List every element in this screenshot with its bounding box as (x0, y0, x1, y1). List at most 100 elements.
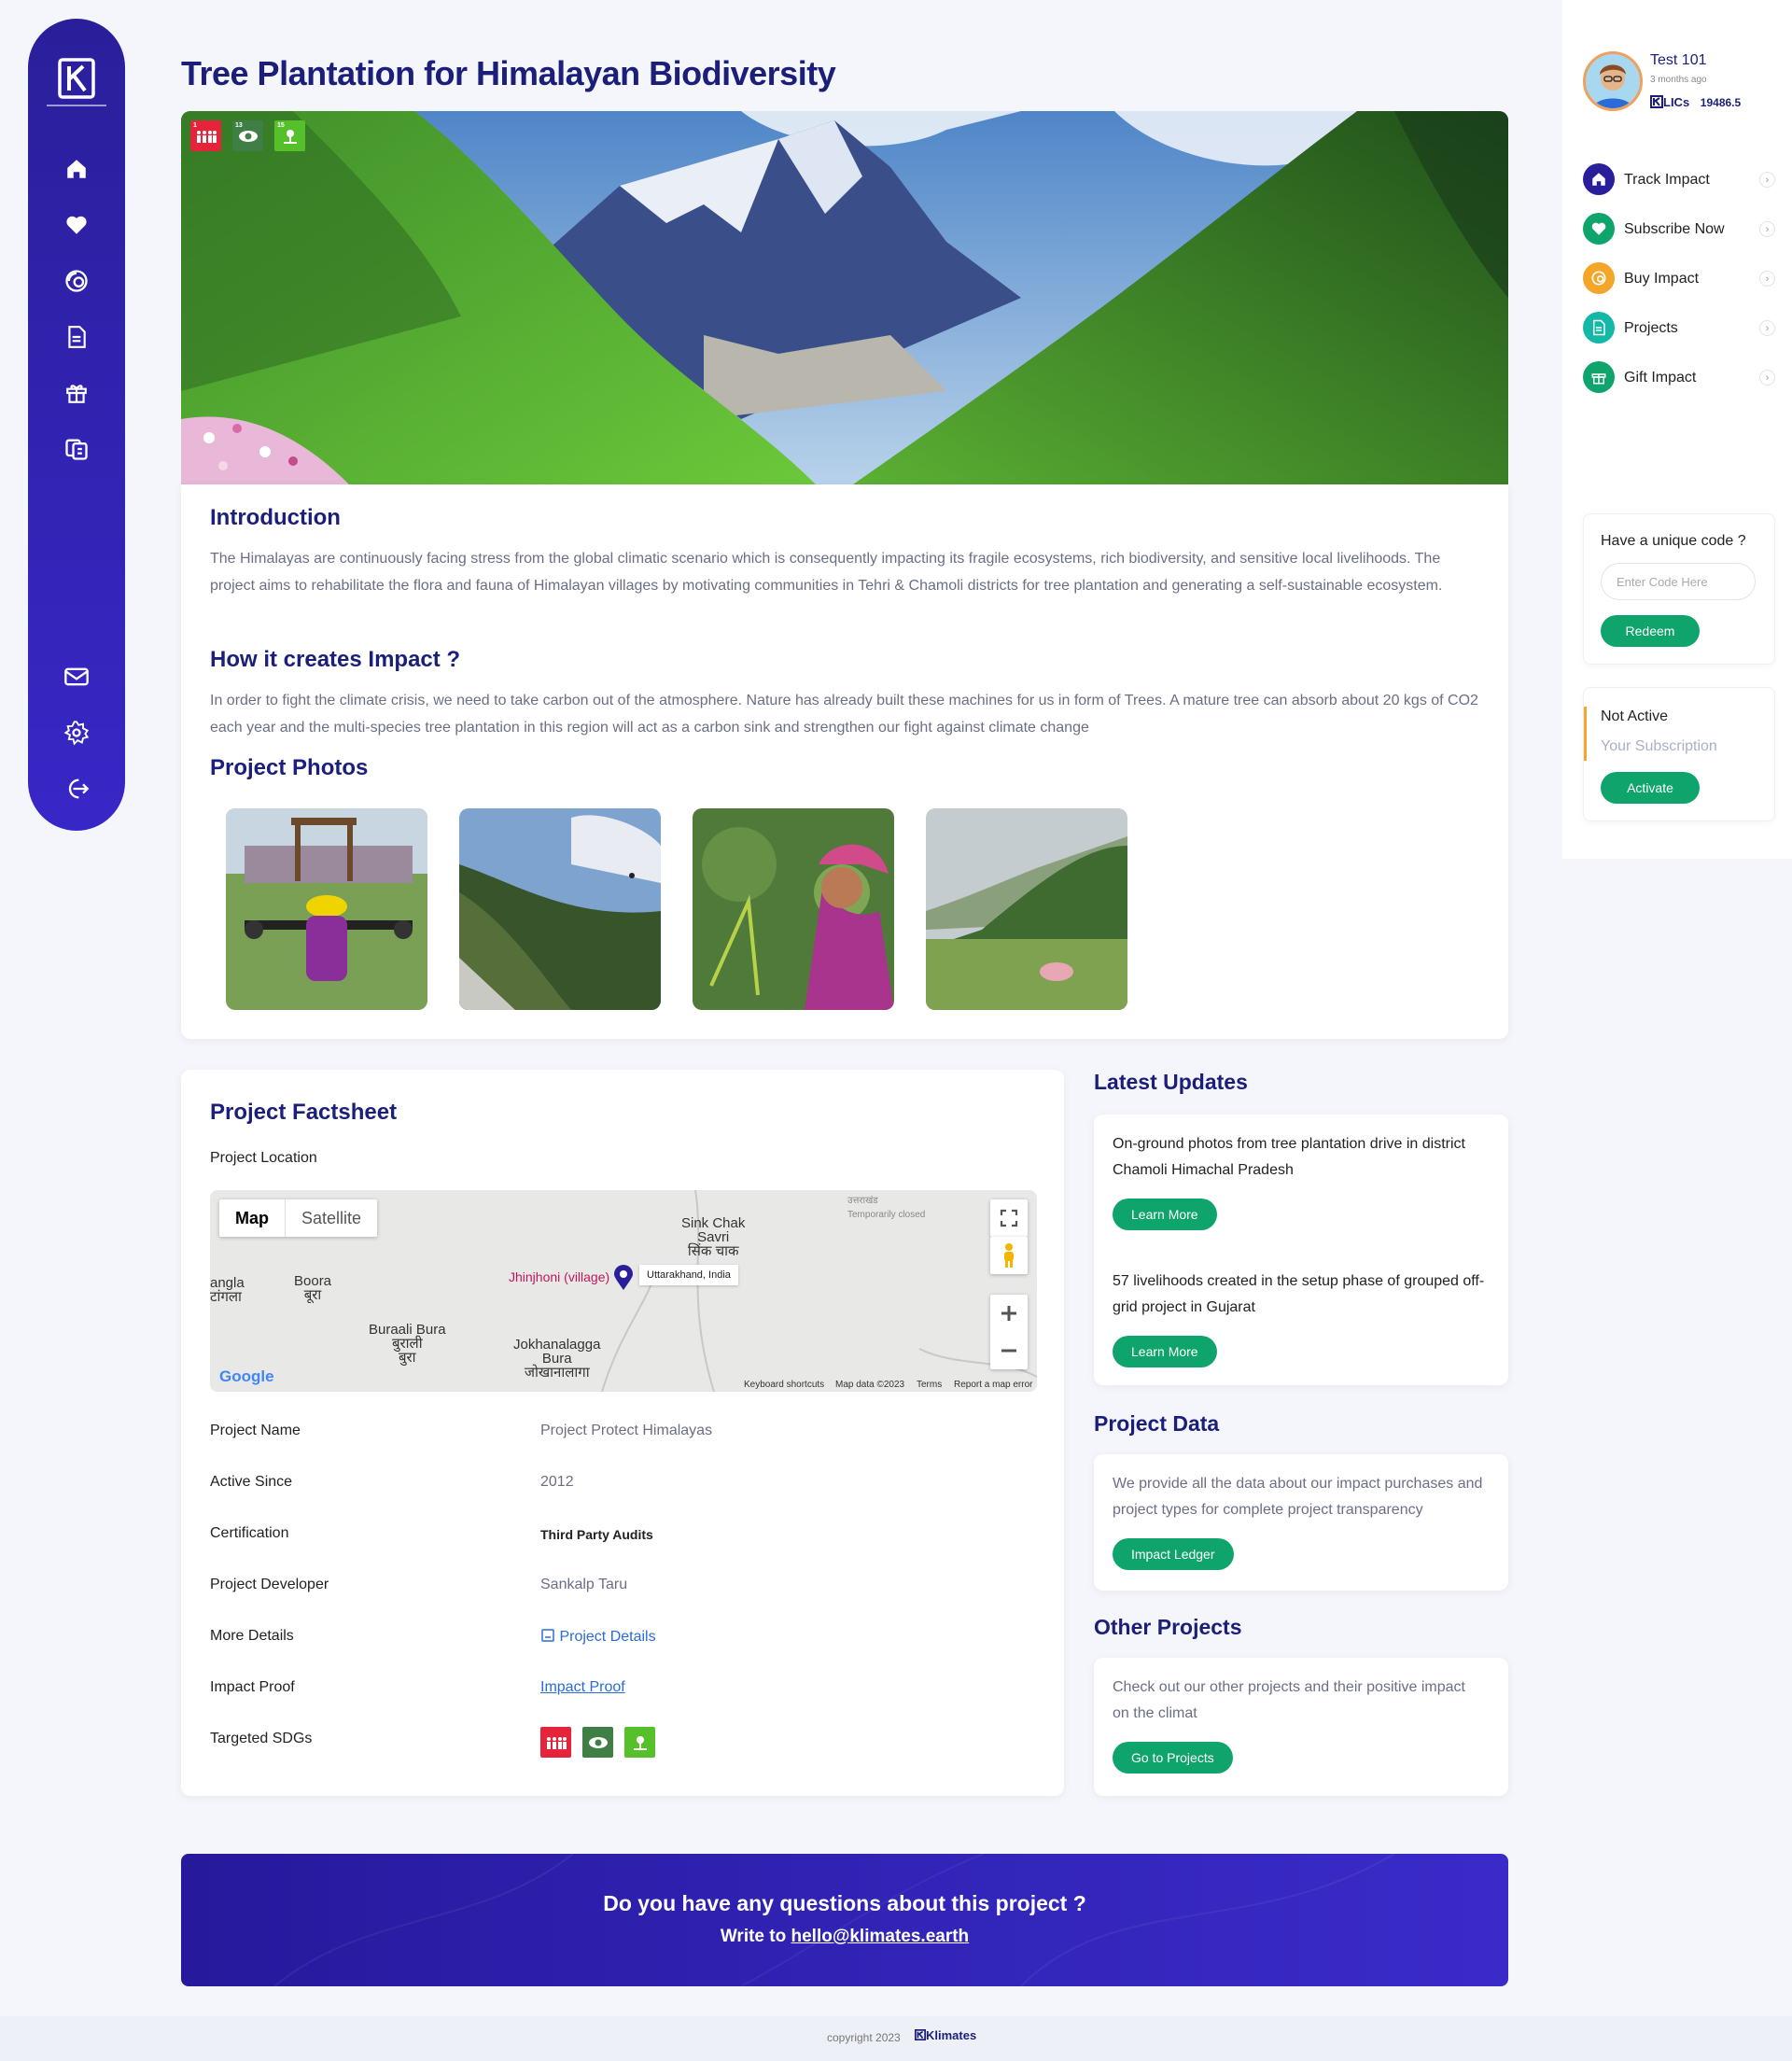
email-link[interactable]: hello@klimates.earth (791, 1927, 970, 1946)
banner-question: Do you have any questions about this pro… (603, 1891, 1086, 1915)
map-keyboard-shortcuts[interactable]: Keyboard shortcuts (744, 1380, 824, 1390)
activate-button[interactable]: Activate (1601, 772, 1700, 804)
redeem-button[interactable]: Redeem (1601, 615, 1700, 647)
klimates-logo[interactable] (47, 52, 106, 105)
copyright-text: copyright 2023 (827, 2031, 901, 2044)
klimates-coin-icon (1650, 95, 1663, 108)
impact-proof-link[interactable]: Impact Proof (540, 1679, 625, 1696)
map-closed-label: उत्तराखंड Temporarily closed (847, 1196, 926, 1220)
projects-link[interactable]: Projects › (1583, 312, 1775, 345)
impact-ledger-button[interactable]: Impact Ledger (1113, 1538, 1234, 1570)
learn-more-button[interactable]: Learn More (1113, 1336, 1217, 1367)
footer: copyright 2023 Klimates (0, 2016, 1792, 2061)
redeem-box: Have a unique code ? Redeem (1583, 513, 1775, 665)
klimates-logo (915, 2029, 926, 2040)
updates-title: Latest Updates (1094, 1070, 1248, 1094)
project-data-title: Project Data (1094, 1411, 1220, 1436)
avatar[interactable] (1583, 51, 1643, 111)
sdg-13-badge: 13 (232, 120, 263, 151)
subscription-label: Your Subscription (1601, 738, 1717, 754)
document-icon[interactable] (60, 320, 93, 354)
gift-icon (1583, 361, 1615, 393)
map-place-label: Jokhanalagga Bura जोखानालागा (513, 1337, 601, 1381)
project-data-card: We provide all the data about our impact… (1094, 1454, 1508, 1591)
factsheet-title: Project Factsheet (210, 1100, 398, 1125)
subscription-status: Not Active (1601, 708, 1669, 724)
mail-icon[interactable] (60, 660, 93, 694)
subscribe-now-link[interactable]: Subscribe Now › (1583, 213, 1775, 246)
people-icon (196, 130, 217, 143)
project-map[interactable]: Map Satellite Sink Chak Savri सिंक चाक a… (210, 1190, 1037, 1392)
zoom-controls (990, 1295, 1028, 1369)
project-details-link[interactable]: Project Details (540, 1628, 656, 1646)
home-icon[interactable] (60, 152, 93, 186)
map-place-label: Buraali Bura बुराली बुरा (369, 1322, 446, 1366)
zoom-in-icon[interactable] (1000, 1295, 1018, 1332)
tree-icon (283, 129, 297, 144)
intro-text: The Himalayas are continuously facing st… (210, 551, 1443, 594)
heart-icon (1583, 213, 1615, 245)
map-type-toggle[interactable]: Map Satellite (219, 1199, 378, 1237)
gift-icon[interactable] (60, 376, 93, 410)
tree-icon (633, 1735, 647, 1750)
left-sidebar (28, 19, 125, 831)
google-logo: Google (219, 1367, 274, 1385)
map-terms-link[interactable]: Terms (917, 1380, 942, 1390)
update-text: On-ground photos from tree plantation dr… (1113, 1136, 1465, 1178)
redeem-title: Have a unique code ? (1601, 533, 1746, 549)
street-view-icon[interactable] (990, 1237, 1028, 1274)
fullscreen-icon[interactable] (990, 1199, 1028, 1237)
contact-banner: Do you have any questions about this pro… (181, 1854, 1508, 1986)
fact-row-project-name: Project Name Project Protect Himalayas (210, 1423, 713, 1438)
intro-card: Introduction The Himalayas are continuou… (181, 484, 1508, 1039)
sdg-15-badge (624, 1727, 655, 1758)
sdg-1-badge: 1 (190, 120, 221, 151)
project-photo[interactable] (926, 808, 1127, 1010)
coins-icon[interactable] (60, 264, 93, 298)
chevron-right-icon: › (1759, 172, 1775, 188)
logo-divider (47, 105, 106, 106)
home-icon (1583, 163, 1615, 195)
project-photo[interactable] (693, 808, 894, 1010)
user-coins: LICs 19486.5 (1650, 95, 1741, 109)
zoom-out-icon[interactable] (1000, 1332, 1018, 1369)
right-panel: Test 101 3 months ago LICs 19486.5 Track… (1562, 0, 1792, 859)
map-tab[interactable]: Map (219, 1199, 285, 1237)
ledger-icon[interactable] (60, 432, 93, 466)
chevron-right-icon: › (1759, 320, 1775, 336)
map-place-label: Boora बूरा (294, 1273, 332, 1303)
other-projects-card: Check out our other projects and their p… (1094, 1658, 1508, 1796)
user-name: Test 101 (1650, 52, 1707, 68)
project-photo[interactable] (226, 808, 427, 1010)
chevron-right-icon: › (1759, 370, 1775, 386)
banner-write-to: Write to hello@klimates.earth (720, 1927, 970, 1946)
impact-title: How it creates Impact ? (210, 647, 461, 672)
code-input[interactable] (1601, 563, 1756, 600)
map-pin-popup: Uttarakhand, India (639, 1265, 738, 1285)
map-pin-icon[interactable] (613, 1265, 634, 1296)
page-title: Tree Plantation for Himalayan Biodiversi… (181, 54, 836, 92)
fact-row-certification: Certification Third Party Audits (210, 1525, 653, 1542)
eye-icon (238, 130, 258, 142)
pdf-icon (541, 1629, 554, 1642)
project-data-text: We provide all the data about our impact… (1113, 1476, 1483, 1518)
go-to-projects-button[interactable]: Go to Projects (1113, 1742, 1233, 1774)
gift-impact-link[interactable]: Gift Impact › (1583, 361, 1775, 395)
factsheet-card: Project Factsheet Project Location Map S… (181, 1070, 1064, 1796)
track-impact-link[interactable]: Track Impact › (1583, 163, 1775, 197)
sdg-1-badge (540, 1727, 571, 1758)
logout-icon[interactable] (60, 772, 93, 806)
fact-row-sdgs: Targeted SDGs (210, 1727, 1013, 1760)
settings-icon[interactable] (60, 716, 93, 750)
learn-more-button[interactable]: Learn More (1113, 1199, 1217, 1230)
map-report-link[interactable]: Report a map error (954, 1380, 1032, 1390)
map-place-label: angla टांगला (210, 1275, 245, 1305)
impact-text: In order to fight the climate crisis, we… (210, 693, 1478, 736)
buy-impact-link[interactable]: Buy Impact › (1583, 262, 1775, 296)
footer-brand: Klimates (915, 2028, 976, 2042)
status-accent-bar (1584, 707, 1587, 761)
satellite-tab[interactable]: Satellite (285, 1199, 377, 1237)
banner-pattern (273, 1854, 1395, 1986)
project-photo[interactable] (459, 808, 661, 1010)
heart-icon[interactable] (60, 208, 93, 242)
